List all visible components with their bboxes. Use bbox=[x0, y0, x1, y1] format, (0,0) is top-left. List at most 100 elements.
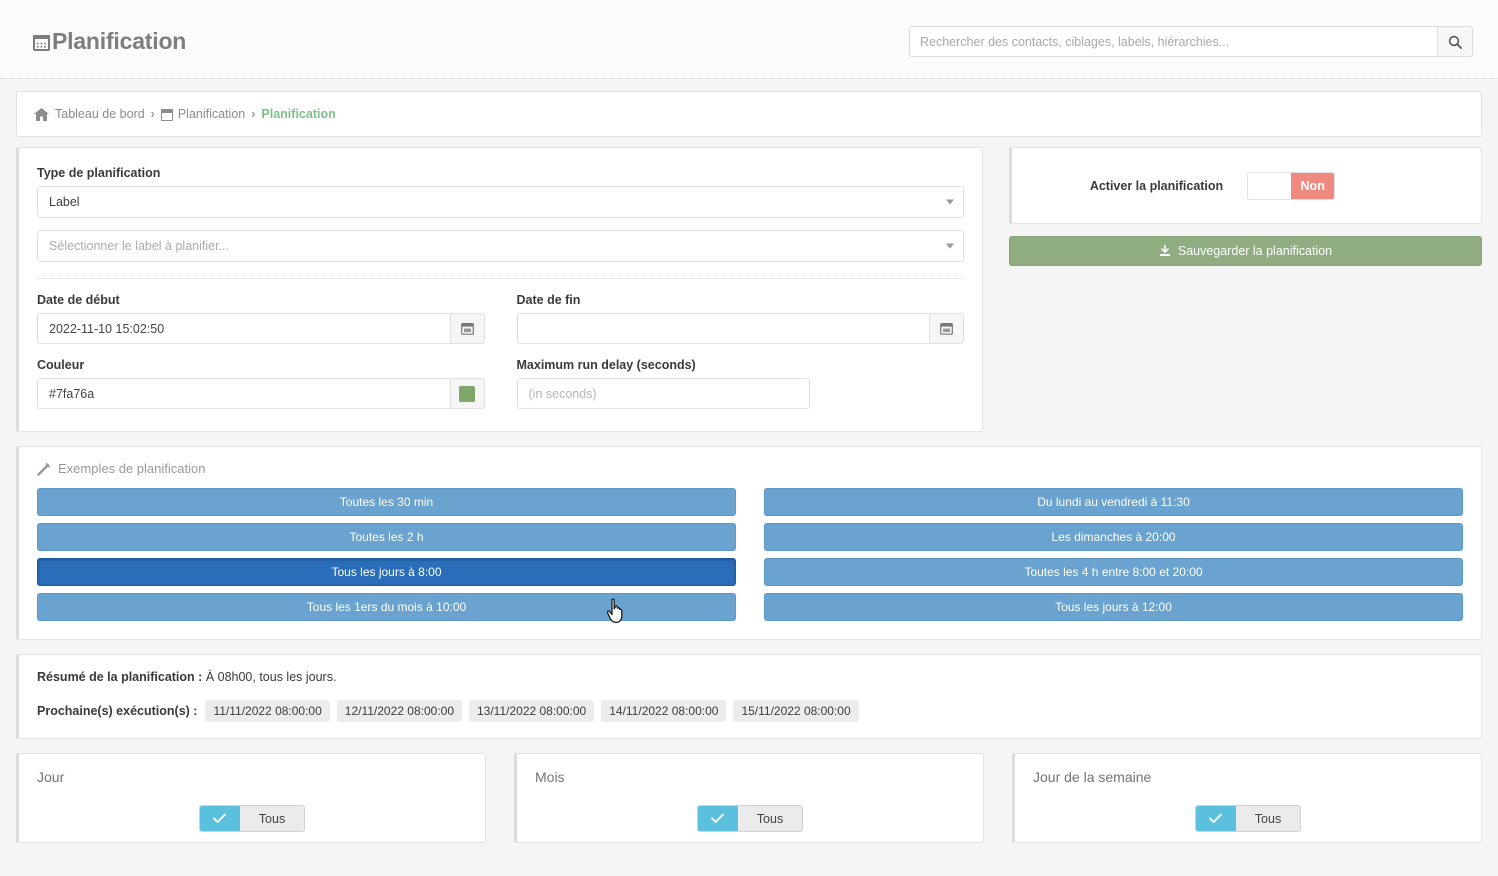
side-panel: Activer la planification Non Sauvegarder… bbox=[1009, 147, 1482, 266]
select-all-label: Tous bbox=[239, 806, 305, 831]
form-divider bbox=[37, 278, 964, 279]
dates-row: Date de début 2022-11-10 15:02:50 Date d… bbox=[37, 293, 964, 344]
next-run-chip: 13/11/2022 08:00:00 bbox=[469, 700, 595, 722]
type-field-label: Type de planification bbox=[37, 166, 161, 180]
main-content: Type de planification Label Sélectionner… bbox=[0, 147, 1498, 843]
example-schedule-button[interactable]: Tous les jours à 12:00 bbox=[764, 593, 1463, 621]
select-all-toggle[interactable]: Tous bbox=[696, 805, 804, 832]
example-schedule-label: Du lundi au vendredi à 11:30 bbox=[1037, 495, 1190, 509]
start-date-picker-button[interactable] bbox=[449, 313, 485, 344]
save-button-label: Sauvegarder la planification bbox=[1177, 244, 1333, 258]
search-button[interactable] bbox=[1437, 26, 1473, 57]
config-row: Type de planification Label Sélectionner… bbox=[16, 147, 1482, 432]
select-all-wrapper: Tous bbox=[1033, 805, 1463, 832]
save-button[interactable]: Sauvegarder la planification bbox=[1009, 236, 1482, 266]
example-schedule-button[interactable]: Les dimanches à 20:00 bbox=[764, 523, 1463, 551]
example-schedule-button[interactable]: Toutes les 4 h entre 8:00 et 20:00 bbox=[764, 558, 1463, 586]
example-schedule-label: Tous les 1ers du mois à 10:00 bbox=[306, 600, 467, 614]
selector-panel: Mois Tous bbox=[514, 753, 984, 843]
selector-panels: Jour Tous Mois Tous Jour de la semaine Tous bbox=[16, 753, 1482, 843]
selector-panel-title: Mois bbox=[535, 769, 565, 785]
end-date-label: Date de fin bbox=[516, 293, 581, 307]
chevron-down-icon bbox=[946, 199, 954, 205]
activation-toggle[interactable]: Non bbox=[1247, 171, 1336, 200]
next-run-chip: 12/11/2022 08:00:00 bbox=[336, 700, 462, 722]
calendar-icon bbox=[33, 33, 50, 51]
select-all-toggle[interactable]: Tous bbox=[198, 805, 306, 832]
download-icon bbox=[1159, 245, 1170, 256]
page-title-text: Planification bbox=[52, 28, 187, 54]
activation-label: Activer la planification bbox=[1089, 178, 1224, 193]
magic-wand-icon bbox=[37, 462, 51, 476]
example-schedule-label: Toutes les 30 min bbox=[339, 495, 434, 509]
example-schedule-label: Toutes les 4 h entre 8:00 et 20:00 bbox=[1024, 565, 1203, 579]
examples-column-left: Toutes les 30 min Toutes les 2 h Tous les … bbox=[37, 488, 736, 621]
search-input[interactable] bbox=[909, 26, 1437, 57]
selector-panel-title: Jour de la semaine bbox=[1033, 769, 1152, 785]
color-swatch-button[interactable] bbox=[449, 378, 485, 409]
color-swatch bbox=[459, 385, 475, 402]
examples-card: Exemples de planification Toutes les 30 … bbox=[16, 446, 1482, 640]
end-date-group: Date de fin bbox=[516, 293, 964, 344]
color-group: Couleur bbox=[37, 358, 485, 409]
examples-title-text: Exemples de planification bbox=[58, 461, 206, 476]
search-bar bbox=[909, 26, 1473, 57]
calendar-icon bbox=[940, 323, 953, 335]
selector-panel-title: Jour bbox=[37, 769, 65, 785]
home-icon bbox=[34, 107, 49, 121]
end-date-picker-button[interactable] bbox=[929, 313, 964, 344]
max-delay-group: Maximum run delay (seconds) bbox=[516, 358, 965, 409]
calendar-icon bbox=[460, 323, 474, 335]
page-root: Planification Tableau de bord › Planific bbox=[0, 0, 1498, 876]
breadcrumb-wrapper: Tableau de bord › Planification › Planif… bbox=[0, 79, 1498, 147]
next-runs-label: Prochaine(s) exécution(s) : bbox=[37, 704, 198, 718]
toggle-state-label: Non bbox=[1291, 172, 1335, 199]
type-select-value: Label bbox=[49, 195, 80, 209]
example-schedule-button[interactable]: Tous les 1ers du mois à 10:00 bbox=[37, 593, 736, 621]
type-select[interactable]: Label bbox=[37, 186, 964, 218]
toggle-knob bbox=[1248, 172, 1292, 199]
search-icon bbox=[1448, 35, 1462, 49]
select-all-label: Tous bbox=[1235, 806, 1301, 831]
start-date-input[interactable] bbox=[37, 313, 450, 344]
next-run-chip: 11/11/2022 08:00:00 bbox=[205, 700, 330, 722]
start-date-label: Date de début bbox=[37, 293, 120, 307]
breadcrumb-item-planification[interactable]: Planification bbox=[178, 107, 245, 121]
summary-card: Résumé de la planification : À 08h00, to… bbox=[16, 654, 1482, 739]
check-icon bbox=[1195, 806, 1236, 831]
example-schedule-button[interactable]: Toutes les 30 min bbox=[37, 488, 736, 516]
color-delay-row: Couleur Maximum run delay (seconds) bbox=[37, 358, 964, 409]
select-all-label: Tous bbox=[737, 806, 803, 831]
next-run-chip: 14/11/2022 08:00:00 bbox=[601, 700, 727, 722]
color-input[interactable] bbox=[37, 378, 450, 409]
example-schedule-button[interactable]: Tous les jours à 8:00 bbox=[37, 558, 736, 586]
max-delay-input[interactable] bbox=[516, 378, 810, 409]
next-run-chip: 15/11/2022 08:00:00 bbox=[733, 700, 859, 722]
label-select[interactable]: Sélectionner le label à planifier... bbox=[37, 230, 964, 262]
calendar-icon bbox=[160, 108, 173, 121]
next-runs-line: Prochaine(s) exécution(s) : 11/11/2022 0… bbox=[37, 700, 1463, 722]
end-date-input[interactable] bbox=[516, 313, 929, 344]
select-all-wrapper: Tous bbox=[535, 805, 965, 832]
select-all-toggle[interactable]: Tous bbox=[1194, 805, 1302, 832]
next-runs-list: 11/11/2022 08:00:00 12/11/2022 08:00:00 13… bbox=[205, 700, 859, 722]
max-delay-label: Maximum run delay (seconds) bbox=[516, 358, 696, 372]
color-label: Couleur bbox=[37, 358, 85, 372]
selector-panel: Jour de la semaine Tous bbox=[1012, 753, 1482, 843]
example-schedule-button[interactable]: Toutes les 2 h bbox=[37, 523, 736, 551]
examples-title: Exemples de planification bbox=[37, 461, 1463, 476]
breadcrumb: Tableau de bord › Planification › Planif… bbox=[16, 91, 1482, 137]
check-icon bbox=[199, 806, 240, 831]
start-date-group: Date de début bbox=[37, 293, 485, 344]
summary-label: Résumé de la planification : bbox=[37, 670, 203, 684]
examples-column-right: Du lundi au vendredi à 11:30 Les dimanche… bbox=[764, 488, 1463, 621]
breadcrumb-separator: › bbox=[150, 107, 155, 121]
example-schedule-button[interactable]: Du lundi au vendredi à 11:30 bbox=[764, 488, 1463, 516]
label-select-value: Sélectionner le label à planifier... bbox=[49, 239, 229, 253]
page-title: Planification bbox=[33, 28, 186, 55]
breadcrumb-separator: › bbox=[251, 107, 256, 121]
selector-panel: Jour Tous bbox=[16, 753, 486, 843]
example-schedule-label: Toutes les 2 h bbox=[349, 530, 424, 544]
select-all-wrapper: Tous bbox=[37, 805, 467, 832]
breadcrumb-item-dashboard[interactable]: Tableau de bord bbox=[55, 107, 145, 121]
